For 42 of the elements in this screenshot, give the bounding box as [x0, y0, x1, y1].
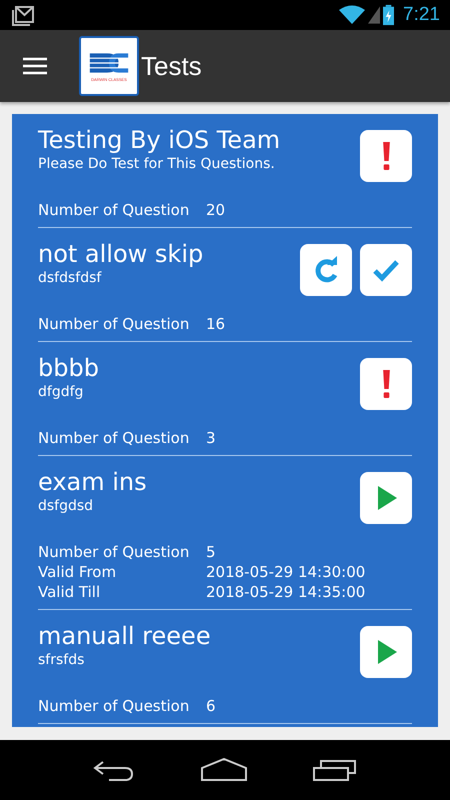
- test-description: Please Do Test for This Questions.: [38, 155, 276, 173]
- exclamation-icon: [382, 370, 390, 398]
- done-button[interactable]: [360, 244, 412, 296]
- detail-value: 16: [206, 314, 226, 334]
- test-title: Testing By iOS Team: [38, 125, 280, 155]
- refresh-icon: [313, 256, 339, 284]
- detail-value: 2018-05-29 14:35:00: [206, 582, 366, 602]
- test-description: dsfdsfdsf: [38, 269, 102, 287]
- detail-label: Valid Till: [38, 582, 102, 602]
- test-description: sfrsfds: [38, 651, 86, 669]
- detail-value: 20: [206, 200, 226, 220]
- detail-label: Number of Question: [38, 542, 190, 562]
- recent-apps-icon[interactable]: [313, 758, 357, 782]
- signal-icon: [368, 5, 380, 25]
- retry-button[interactable]: [300, 244, 352, 296]
- detail-label: Number of Question: [38, 696, 190, 716]
- alert-button[interactable]: [360, 130, 412, 182]
- detail-value: 5: [206, 542, 217, 562]
- test-title: not allow skip: [38, 239, 204, 269]
- start-button[interactable]: [360, 626, 412, 678]
- menu-icon[interactable]: [23, 57, 47, 75]
- detail-label: Valid From: [38, 562, 118, 582]
- test-description: dsfgdsd: [38, 497, 94, 515]
- battery-icon: [383, 4, 394, 26]
- detail-value: 2018-05-29 14:30:00: [206, 562, 366, 582]
- detail-value: 6: [206, 696, 217, 716]
- detail-label: Number of Question: [38, 314, 190, 334]
- test-title: exam ins: [38, 467, 147, 497]
- page-title: Tests: [141, 50, 202, 82]
- mail-icon: [11, 4, 35, 26]
- test-description: dfgdfg: [38, 383, 84, 401]
- clock-time: 7:21: [403, 4, 440, 26]
- test-title: manuall reeee: [38, 621, 211, 651]
- alert-button[interactable]: [360, 358, 412, 410]
- exclamation-icon: [382, 142, 390, 170]
- wifi-icon: [339, 5, 366, 25]
- detail-label: Number of Question: [38, 428, 190, 448]
- detail-label: Number of Question: [38, 200, 190, 220]
- home-icon[interactable]: [201, 758, 247, 782]
- test-title: bbbb: [38, 353, 99, 383]
- detail-value: 3: [206, 428, 217, 448]
- start-button[interactable]: [360, 472, 412, 524]
